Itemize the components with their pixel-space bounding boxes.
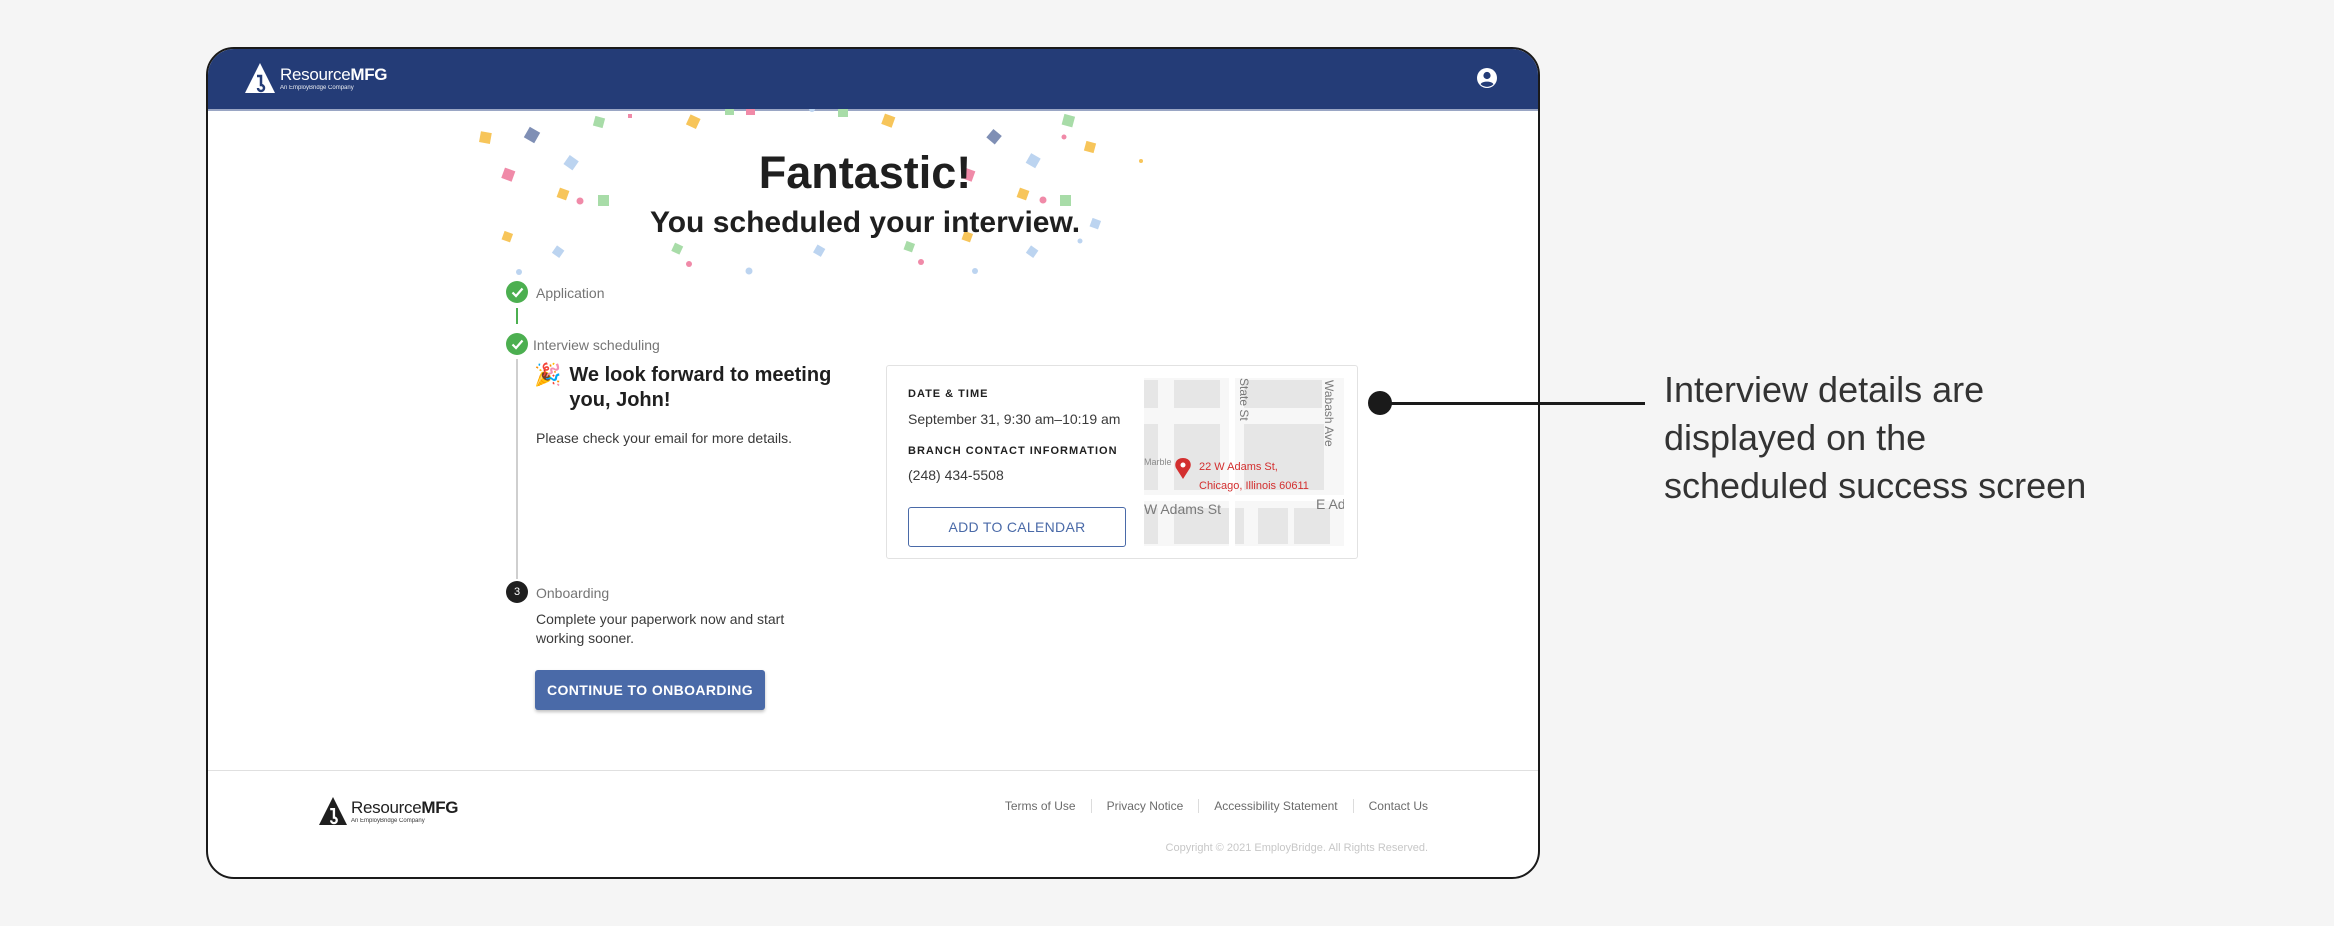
interview-details-card: DATE & TIME September 31, 9:30 am–10:19 … [886,365,1358,559]
date-time-heading: DATE & TIME [908,388,989,400]
map-label-marble: Marble [1144,457,1172,467]
branch-phone: (248) 434-5508 [908,467,1004,483]
footer-brand-bold: MFG [421,797,459,817]
copyright-text: Copyright © 2021 EmployBridge. All Right… [1165,842,1428,854]
footer-links: Terms of Use Privacy Notice Accessibilit… [990,799,1428,813]
footer-brand-tagline: An EmployBridge Company [351,817,425,824]
checkmark-icon [511,339,523,350]
footer-divider [208,770,1538,771]
app-window: ResourceMFG An EmployBridge Company Fant… [206,47,1540,879]
step-onboarding-label: Onboarding [536,585,610,601]
footer-logo[interactable]: ResourceMFG An EmployBridge Company [318,797,459,825]
logo-mark-icon [319,797,347,825]
map-label-wabash-ave: Wabash Ave [1322,380,1336,447]
map-address-line1: 22 W Adams St, [1199,461,1278,473]
logo-mark-icon [245,63,275,93]
greeting-block: 🎉 We look forward to meeting you, John! [534,363,854,413]
callout-line [1385,402,1645,405]
date-time-value: September 31, 9:30 am–10:19 am [908,411,1121,427]
brand-tagline: An EmployBridge Company [280,84,354,91]
brand-name-bold: MFG [350,64,388,84]
continue-onboarding-button[interactable]: CONTINUE TO ONBOARDING [535,670,765,710]
greeting-text: We look forward to meeting you, John! [569,364,832,411]
onboarding-description: Complete your paperwork now and start wo… [536,611,785,646]
map-address-line2: Chicago, Illinois 60611 [1199,480,1309,492]
step-connector [516,308,518,324]
step-connector [516,359,518,579]
email-note: Please check your email for more details… [536,430,792,446]
step-application-check [506,281,528,303]
brand-logo[interactable]: ResourceMFG An EmployBridge Company [244,63,388,93]
add-to-calendar-button[interactable]: ADD TO CALENDAR [908,507,1126,547]
step-interview-label: Interview scheduling [533,337,660,353]
brand-name: Resource [280,64,351,84]
footer-brand-name: Resource [351,797,422,817]
hero-subtitle: You scheduled your interview. [649,206,1081,239]
hero-title: Fantastic! [758,147,972,198]
location-map[interactable]: State St Wabash Ave Marble W Adams St E … [1144,378,1344,546]
step-interview-check [506,333,528,355]
branch-contact-heading: BRANCH CONTACT INFORMATION [908,445,1118,457]
account-icon[interactable] [1476,67,1498,89]
step-application-label: Application [536,285,605,301]
party-popper-icon: 🎉 [534,362,562,387]
contact-us-link[interactable]: Contact Us [1352,799,1428,813]
checkmark-icon [511,287,523,298]
terms-of-use-link[interactable]: Terms of Use [990,799,1091,813]
map-label-state-st: State St [1237,378,1251,421]
privacy-notice-link[interactable]: Privacy Notice [1090,799,1199,813]
map-label-e-adams: E Ad [1316,496,1344,512]
top-navbar: ResourceMFG An EmployBridge Company [208,49,1538,111]
callout-annotation: Interview details are displayed on the s… [1664,369,2087,506]
map-label-w-adams-st: W Adams St [1144,501,1221,517]
step-onboarding-number: 3 [506,581,528,603]
accessibility-statement-link[interactable]: Accessibility Statement [1198,799,1352,813]
